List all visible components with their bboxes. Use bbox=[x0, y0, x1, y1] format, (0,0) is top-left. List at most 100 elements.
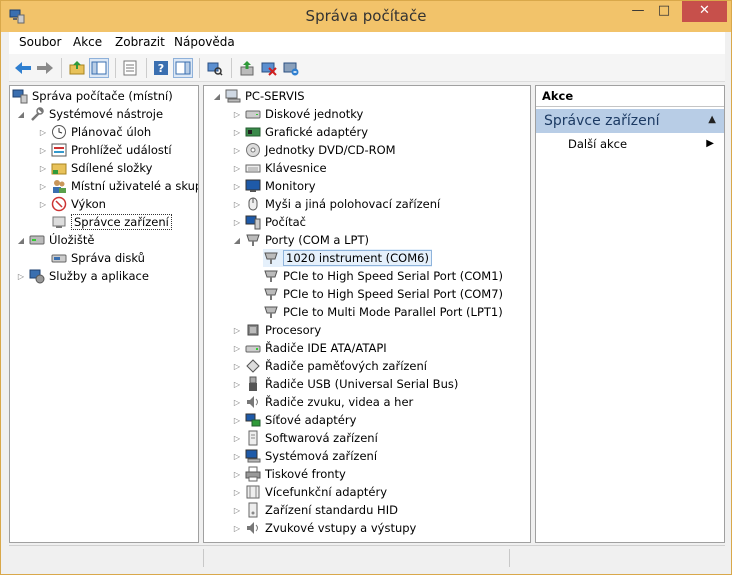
device-category-network[interactable]: ▷ Síťové adaptéry bbox=[232, 411, 356, 429]
collapse-up-icon[interactable]: ▲ bbox=[708, 114, 716, 125]
expand-icon[interactable]: ▷ bbox=[232, 416, 242, 425]
device-category-mice[interactable]: ▷ Myši a jiná polohovací zařízení bbox=[232, 195, 440, 213]
minimize-button[interactable]: — bbox=[625, 1, 651, 22]
tree-item-device-manager[interactable]: Správce zařízení bbox=[38, 213, 172, 231]
menu-napoveda[interactable]: Nápověda bbox=[174, 35, 235, 49]
device-category-ports[interactable]: ◢ Porty (COM a LPT) bbox=[232, 231, 369, 249]
device-pcie-parallel-lpt1[interactable]: PCIe to Multi Mode Parallel Port (LPT1) bbox=[263, 303, 503, 321]
tree-item-task-scheduler[interactable]: ▷ Plánovač úloh bbox=[38, 123, 151, 141]
disk-management-icon bbox=[51, 254, 67, 263]
device-category-disk-drives[interactable]: ▷ Diskové jednotky bbox=[232, 105, 363, 123]
more-actions-item[interactable]: Další akce bbox=[568, 137, 627, 151]
device-category-monitors[interactable]: ▷ Monitory bbox=[232, 177, 316, 195]
device-category-hid[interactable]: ▷ Zařízení standardu HID bbox=[232, 501, 398, 519]
expand-icon[interactable]: ▷ bbox=[232, 164, 242, 173]
device-pcie-serial-com1[interactable]: PCIe to High Speed Serial Port (COM1) bbox=[263, 267, 503, 285]
properties-button[interactable] bbox=[120, 58, 140, 78]
console-tree-pane[interactable]: Správa počítače (místní) ◢ Systémové nás… bbox=[9, 85, 199, 543]
expand-icon[interactable]: ▷ bbox=[232, 218, 242, 227]
close-button[interactable]: ✕ bbox=[682, 1, 727, 22]
expand-icon[interactable]: ▷ bbox=[232, 200, 242, 209]
expand-icon[interactable]: ▷ bbox=[38, 146, 48, 155]
expand-icon[interactable]: ▷ bbox=[232, 506, 242, 515]
device-category-computer[interactable]: ▷ Počítač bbox=[232, 213, 306, 231]
tree-item-computer-management[interactable]: Správa počítače (místní) bbox=[12, 87, 173, 105]
tree-item-system-tools[interactable]: ◢ Systémové nástroje bbox=[16, 105, 163, 123]
tree-item-services-apps[interactable]: ▷ Služby a aplikace bbox=[16, 267, 149, 285]
expand-icon[interactable]: ▷ bbox=[232, 452, 242, 461]
expand-icon[interactable]: ▷ bbox=[38, 164, 48, 173]
collapse-icon[interactable]: ◢ bbox=[16, 110, 26, 119]
expand-icon[interactable]: ▷ bbox=[38, 200, 48, 209]
device-category-processors[interactable]: ▷ Procesory bbox=[232, 321, 321, 339]
collapse-icon[interactable]: ◢ bbox=[232, 236, 242, 245]
expand-icon[interactable]: ▷ bbox=[232, 524, 242, 533]
device-pcie-serial-com7[interactable]: PCIe to High Speed Serial Port (COM7) bbox=[263, 285, 503, 303]
tree-item-storage[interactable]: ◢ Úložiště bbox=[16, 231, 95, 249]
menu-soubor[interactable]: Soubor bbox=[19, 35, 61, 49]
tree-item-local-users[interactable]: ▷ Místní uživatelé a skupiny bbox=[38, 177, 198, 195]
expand-icon[interactable]: ▷ bbox=[232, 146, 242, 155]
processor-icon bbox=[247, 324, 259, 336]
tree-item-disk-management[interactable]: Správa disků bbox=[38, 249, 145, 267]
collapse-icon[interactable]: ◢ bbox=[212, 92, 222, 101]
storage-icon bbox=[29, 235, 45, 245]
expand-icon[interactable]: ▷ bbox=[16, 272, 26, 281]
expand-icon[interactable]: ▷ bbox=[232, 326, 242, 335]
expand-icon[interactable]: ▷ bbox=[232, 344, 242, 353]
expand-icon[interactable]: ▷ bbox=[232, 110, 242, 119]
update-driver-button[interactable] bbox=[237, 58, 257, 78]
tree-item-performance[interactable]: ▷ Výkon bbox=[38, 195, 106, 213]
device-category-software[interactable]: ▷ Softwarová zařízení bbox=[232, 429, 378, 447]
expand-icon[interactable]: ▷ bbox=[38, 182, 48, 191]
expand-icon[interactable]: ▷ bbox=[38, 128, 48, 137]
expand-icon[interactable]: ▷ bbox=[232, 398, 242, 407]
up-button[interactable] bbox=[67, 58, 87, 78]
show-hide-action-pane-button[interactable] bbox=[173, 58, 193, 78]
expand-icon[interactable]: ▷ bbox=[232, 380, 242, 389]
device-category-label: Počítač bbox=[265, 215, 306, 229]
help-icon: ? bbox=[154, 61, 168, 75]
device-tree-root[interactable]: ◢ PC-SERVIS bbox=[212, 87, 305, 105]
tree-item-event-viewer[interactable]: ▷ Prohlížeč událostí bbox=[38, 141, 172, 159]
device-category-usb[interactable]: ▷ Řadiče USB (Universal Serial Bus) bbox=[232, 375, 458, 393]
expand-icon[interactable]: ▷ bbox=[232, 128, 242, 137]
device-category-system[interactable]: ▷ Systémová zařízení bbox=[232, 447, 377, 465]
expand-icon[interactable]: ▷ bbox=[232, 182, 242, 191]
expand-icon[interactable]: ▷ bbox=[232, 488, 242, 497]
device-category-sound[interactable]: ▷ Řadiče zvuku, videa a her bbox=[232, 393, 413, 411]
actions-section-device-manager[interactable]: Správce zařízení ▲ bbox=[536, 109, 724, 133]
device-1020-instrument-com6[interactable]: 1020 instrument (COM6) bbox=[263, 249, 432, 267]
title-bar[interactable]: Správa počítače — □ ✕ bbox=[1, 1, 731, 32]
expand-icon[interactable]: ▷ bbox=[232, 362, 242, 371]
menu-bar: Soubor Akce Zobrazit Nápověda bbox=[9, 32, 725, 54]
device-category-multifunction[interactable]: ▷ Vícefunkční adaptéry bbox=[232, 483, 387, 501]
device-category-ide[interactable]: ▷ Řadiče IDE ATA/ATAPI bbox=[232, 339, 387, 357]
scan-hardware-button[interactable] bbox=[205, 58, 225, 78]
expand-icon[interactable]: ▷ bbox=[232, 434, 242, 443]
device-category-keyboards[interactable]: ▷ Klávesnice bbox=[232, 159, 327, 177]
device-category-storage-controllers[interactable]: ▷ Řadiče paměťových zařízení bbox=[232, 357, 427, 375]
show-hide-tree-button[interactable] bbox=[89, 58, 109, 78]
device-category-label: Porty (COM a LPT) bbox=[265, 233, 369, 247]
help-button[interactable]: ? bbox=[151, 58, 171, 78]
collapse-icon[interactable]: ◢ bbox=[16, 236, 26, 245]
uninstall-device-button[interactable] bbox=[281, 58, 301, 78]
device-category-dvd[interactable]: ▷ Jednotky DVD/CD-ROM bbox=[232, 141, 396, 159]
submenu-arrow-icon[interactable]: ▶ bbox=[706, 138, 714, 149]
device-category-print-queues[interactable]: ▷ Tiskové fronty bbox=[232, 465, 346, 483]
clock-icon bbox=[52, 125, 66, 139]
forward-button[interactable] bbox=[35, 58, 55, 78]
disable-device-button[interactable] bbox=[259, 58, 279, 78]
device-manager-icon bbox=[52, 216, 66, 228]
maximize-button[interactable]: □ bbox=[651, 1, 677, 22]
back-button[interactable] bbox=[13, 58, 33, 78]
monitor-icon bbox=[245, 179, 261, 192]
device-category-display-adapters[interactable]: ▷ Grafické adaptéry bbox=[232, 123, 368, 141]
device-category-audio-io[interactable]: ▷ Zvukové vstupy a výstupy bbox=[232, 519, 416, 537]
tree-item-shared-folders[interactable]: ▷ Sdílené složky bbox=[38, 159, 152, 177]
expand-icon[interactable]: ▷ bbox=[232, 470, 242, 479]
device-tree-pane[interactable]: ◢ PC-SERVIS ▷ Diskové jednotky ▷ Grafick… bbox=[203, 85, 531, 543]
menu-akce[interactable]: Akce bbox=[73, 35, 102, 49]
menu-zobrazit[interactable]: Zobrazit bbox=[115, 35, 165, 49]
